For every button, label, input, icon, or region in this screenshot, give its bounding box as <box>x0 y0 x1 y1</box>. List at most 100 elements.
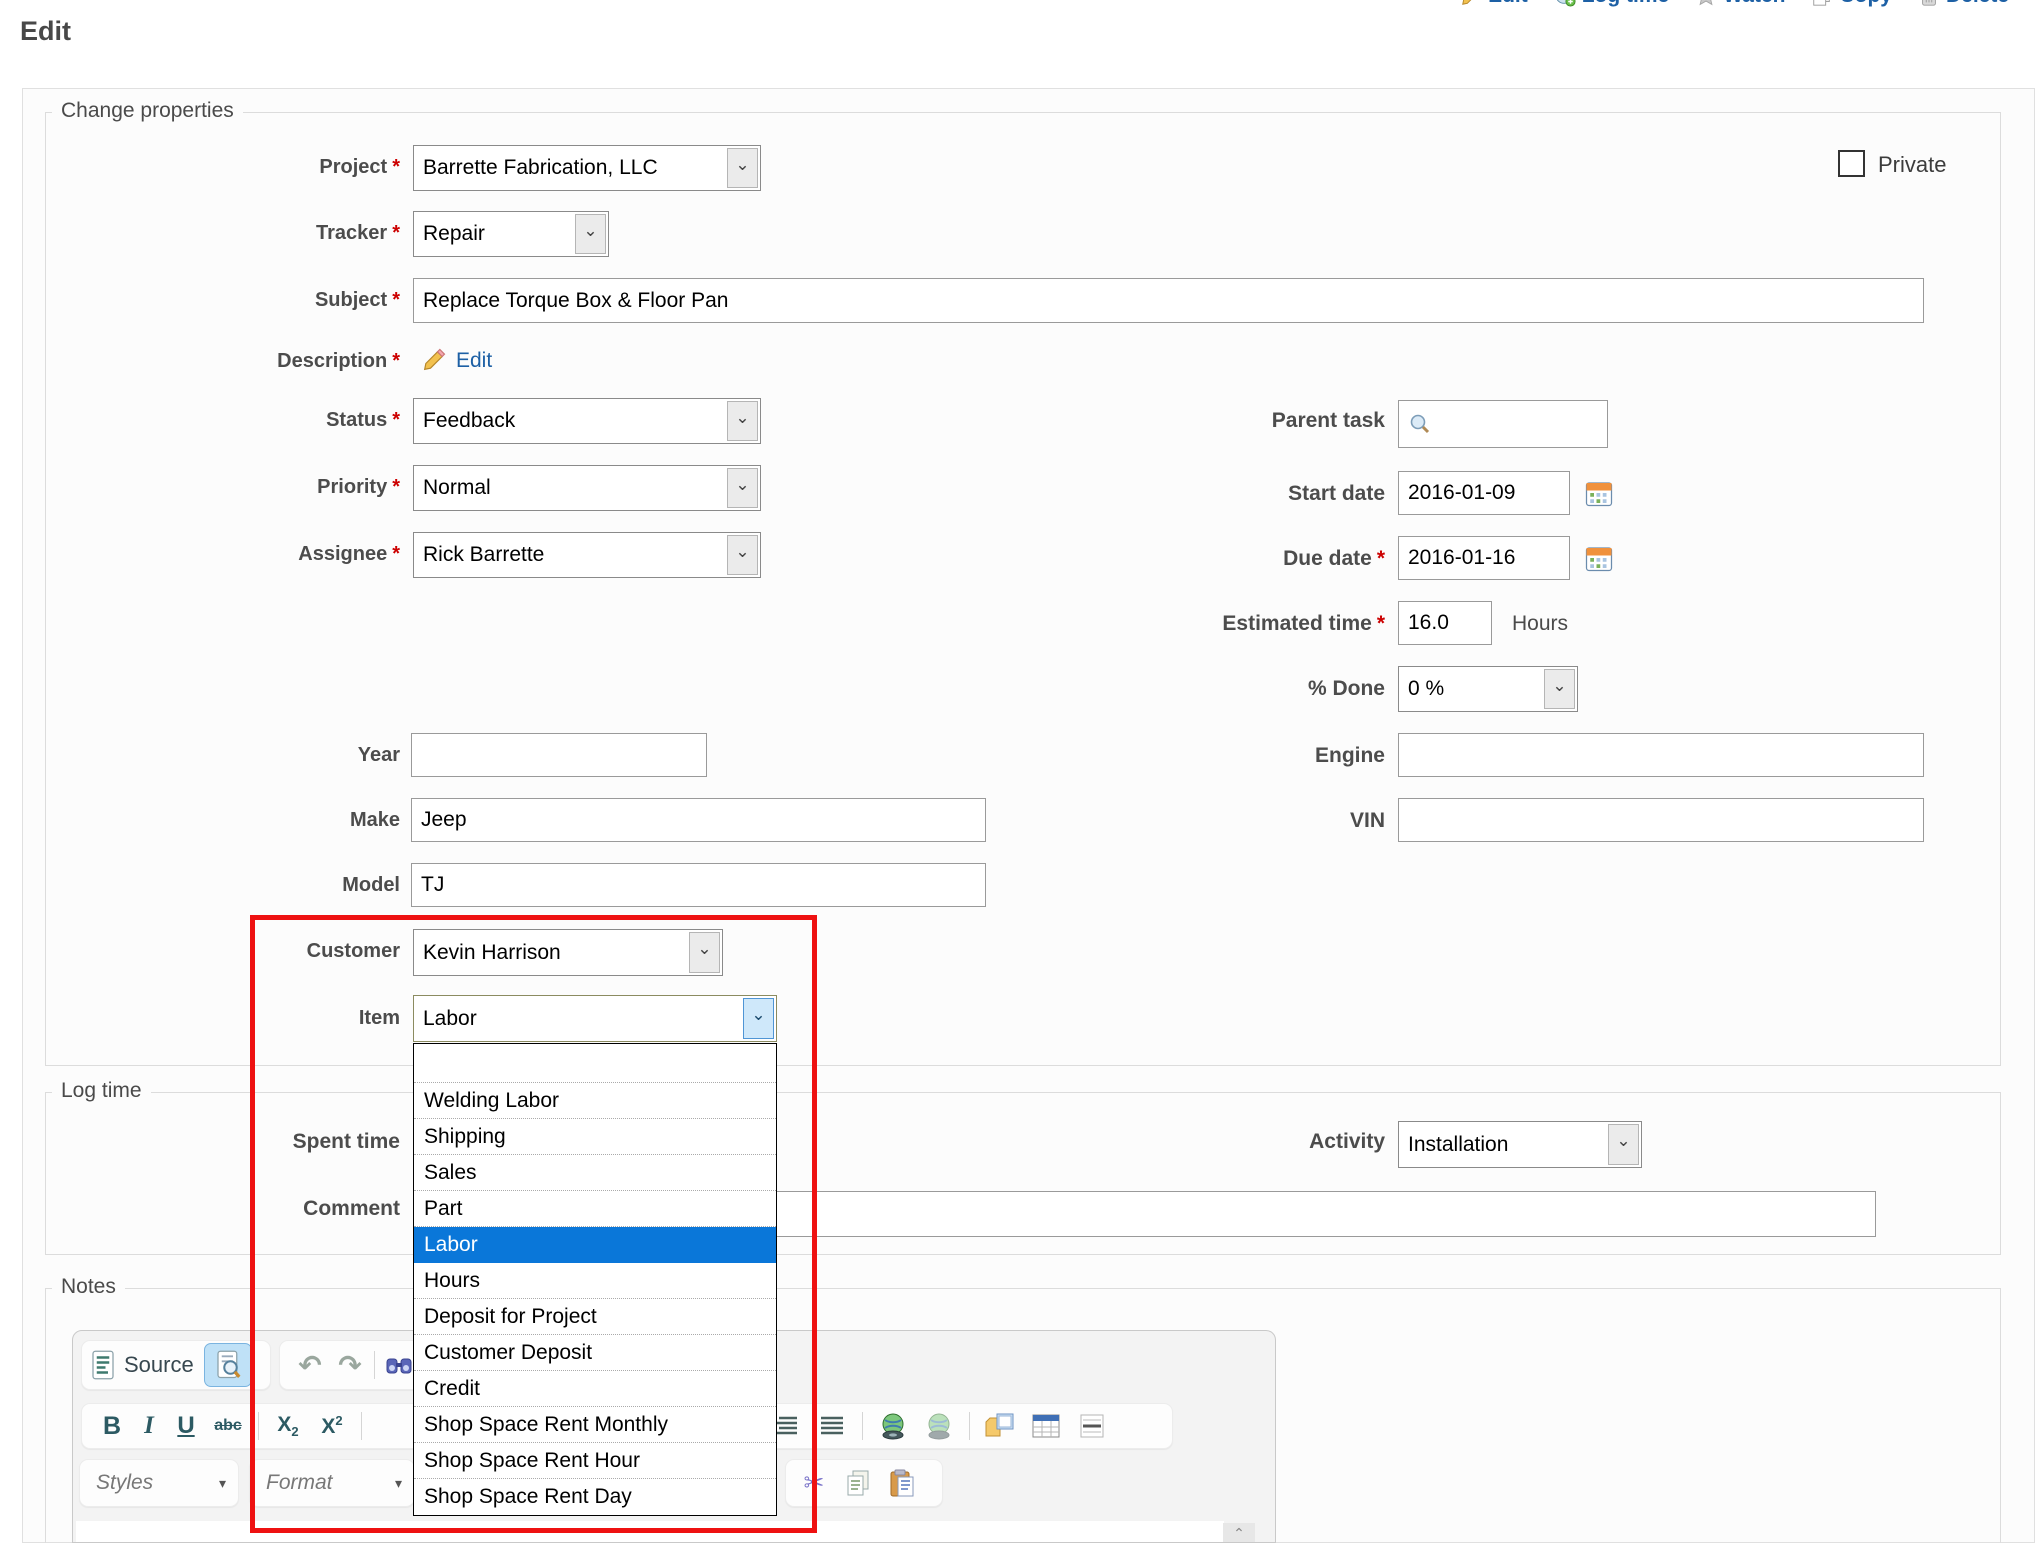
engine-input[interactable] <box>1398 733 1924 777</box>
justify-icon <box>819 1415 845 1437</box>
start-date-input[interactable]: 2016-01-09 <box>1398 471 1570 515</box>
priority-select[interactable]: Normal ⌄ <box>413 465 761 511</box>
italic-icon: I <box>144 1412 154 1440</box>
horizontal-rule-button[interactable] <box>1072 1406 1112 1446</box>
italic-button[interactable]: I <box>134 1406 164 1446</box>
due-date-label: Due date* <box>985 547 1385 571</box>
estimated-time-suffix: Hours <box>1512 612 1568 636</box>
make-input[interactable]: Jeep <box>411 798 986 842</box>
status-value: Feedback <box>423 409 515 433</box>
private-checkbox[interactable] <box>1838 150 1865 177</box>
parent-task-label: Parent task <box>985 409 1385 433</box>
engine-label: Engine <box>985 744 1385 768</box>
due-date-input[interactable]: 2016-01-16 <box>1398 536 1570 580</box>
percent-done-label: % Done <box>985 677 1385 701</box>
subject-input[interactable]: Replace Torque Box & Floor Pan <box>413 278 1924 323</box>
priority-value: Normal <box>423 476 491 500</box>
copy-pages-icon <box>845 1469 871 1497</box>
log-time-action-link[interactable]: Log time <box>1554 0 1670 8</box>
percent-done-value: 0 % <box>1408 677 1444 701</box>
table-icon <box>1032 1414 1060 1438</box>
search-magnifier-icon <box>1408 412 1432 436</box>
private-label: Private <box>1878 152 1946 178</box>
activity-select[interactable]: Installation ⌄ <box>1398 1121 1642 1168</box>
page-title: Edit <box>20 16 71 47</box>
estimated-time-input[interactable]: 16.0 <box>1398 601 1492 645</box>
change-properties-legend: Change properties <box>52 99 243 123</box>
parent-task-input[interactable] <box>1398 400 1608 448</box>
vin-label: VIN <box>985 809 1385 833</box>
calendar-icon[interactable] <box>1584 543 1614 573</box>
log-time-legend: Log time <box>52 1079 151 1103</box>
bold-button[interactable]: B <box>96 1406 128 1446</box>
status-label: Status* <box>0 409 400 432</box>
description-edit-link[interactable]: Edit <box>456 349 492 373</box>
start-date-value: 2016-01-09 <box>1408 481 1515 505</box>
copy-button[interactable] <box>838 1463 878 1503</box>
required-asterisk: * <box>392 222 400 244</box>
delete-action-label: Delete <box>1946 0 2009 8</box>
tracker-select[interactable]: Repair ⌄ <box>413 211 609 257</box>
copy-icon <box>1811 0 1833 7</box>
paste-button[interactable] <box>882 1463 922 1503</box>
red-highlight-rectangle <box>250 915 817 1533</box>
required-asterisk: * <box>392 289 400 311</box>
image-icon <box>984 1412 1016 1440</box>
dropdown-chevron-icon: ⌄ <box>1608 1124 1639 1165</box>
preview-button[interactable] <box>204 1343 252 1387</box>
calendar-icon[interactable] <box>1584 478 1614 508</box>
dropdown-chevron-icon: ⌄ <box>727 535 758 575</box>
watch-star-icon <box>1695 0 1717 7</box>
toolbar-divider <box>862 1412 863 1440</box>
percent-done-select[interactable]: 0 % ⌄ <box>1398 666 1578 712</box>
vin-input[interactable] <box>1398 798 1924 842</box>
project-value: Barrette Fabrication, LLC <box>423 156 658 180</box>
strikethrough-button[interactable]: abc <box>208 1406 248 1446</box>
model-input[interactable]: TJ <box>411 863 986 907</box>
assignee-select[interactable]: Rick Barrette ⌄ <box>413 532 761 578</box>
year-label: Year <box>0 744 400 767</box>
source-button[interactable]: Source <box>124 1352 194 1378</box>
source-button-group: Source <box>81 1340 271 1390</box>
required-asterisk: * <box>392 543 400 565</box>
pencil-icon <box>420 346 448 374</box>
caret-down-icon: ▾ <box>219 1475 226 1492</box>
log-time-clock-icon <box>1554 0 1576 7</box>
model-value: TJ <box>421 873 444 897</box>
underline-button[interactable]: U <box>170 1406 202 1446</box>
activity-label: Activity <box>985 1130 1385 1154</box>
toolbar-divider <box>969 1412 970 1440</box>
required-asterisk: * <box>392 409 400 431</box>
styles-dropdown[interactable]: Styles ▾ <box>79 1459 239 1507</box>
link-button[interactable] <box>873 1406 913 1446</box>
delete-action-link[interactable]: Delete <box>1918 0 2009 8</box>
dropdown-chevron-icon: ⌄ <box>575 214 606 254</box>
status-select[interactable]: Feedback ⌄ <box>413 398 761 444</box>
unlink-globe-icon <box>924 1412 954 1440</box>
watch-action-label: Watch <box>1723 0 1785 8</box>
project-label: Project* <box>0 156 400 179</box>
tracker-label: Tracker* <box>0 222 400 245</box>
required-asterisk: * <box>1377 612 1385 635</box>
source-doc-icon <box>90 1350 116 1380</box>
project-select[interactable]: Barrette Fabrication, LLC ⌄ <box>413 145 761 191</box>
assignee-value: Rick Barrette <box>423 543 544 567</box>
copy-action-link[interactable]: Copy <box>1811 0 1892 8</box>
watch-action-link[interactable]: Watch <box>1695 0 1785 8</box>
year-input[interactable] <box>411 733 707 777</box>
styles-dropdown-label: Styles <box>96 1471 153 1495</box>
subject-value: Replace Torque Box & Floor Pan <box>423 289 728 313</box>
collapse-chevron-icon: ⌃ <box>1233 1525 1245 1542</box>
make-value: Jeep <box>421 808 467 832</box>
unlink-button[interactable] <box>919 1406 959 1446</box>
assignee-label: Assignee* <box>0 543 400 566</box>
insert-image-button[interactable] <box>980 1406 1020 1446</box>
log-time-action-label: Log time <box>1582 0 1670 8</box>
justify-button[interactable] <box>812 1406 852 1446</box>
pencil-icon <box>1460 0 1482 7</box>
insert-table-button[interactable] <box>1026 1406 1066 1446</box>
description-label: Description* <box>0 350 400 373</box>
edit-action-link[interactable]: Edit <box>1460 0 1528 8</box>
toolbar-collapse-button[interactable]: ⌃ <box>1223 1523 1255 1543</box>
dropdown-chevron-icon: ⌄ <box>727 401 758 441</box>
